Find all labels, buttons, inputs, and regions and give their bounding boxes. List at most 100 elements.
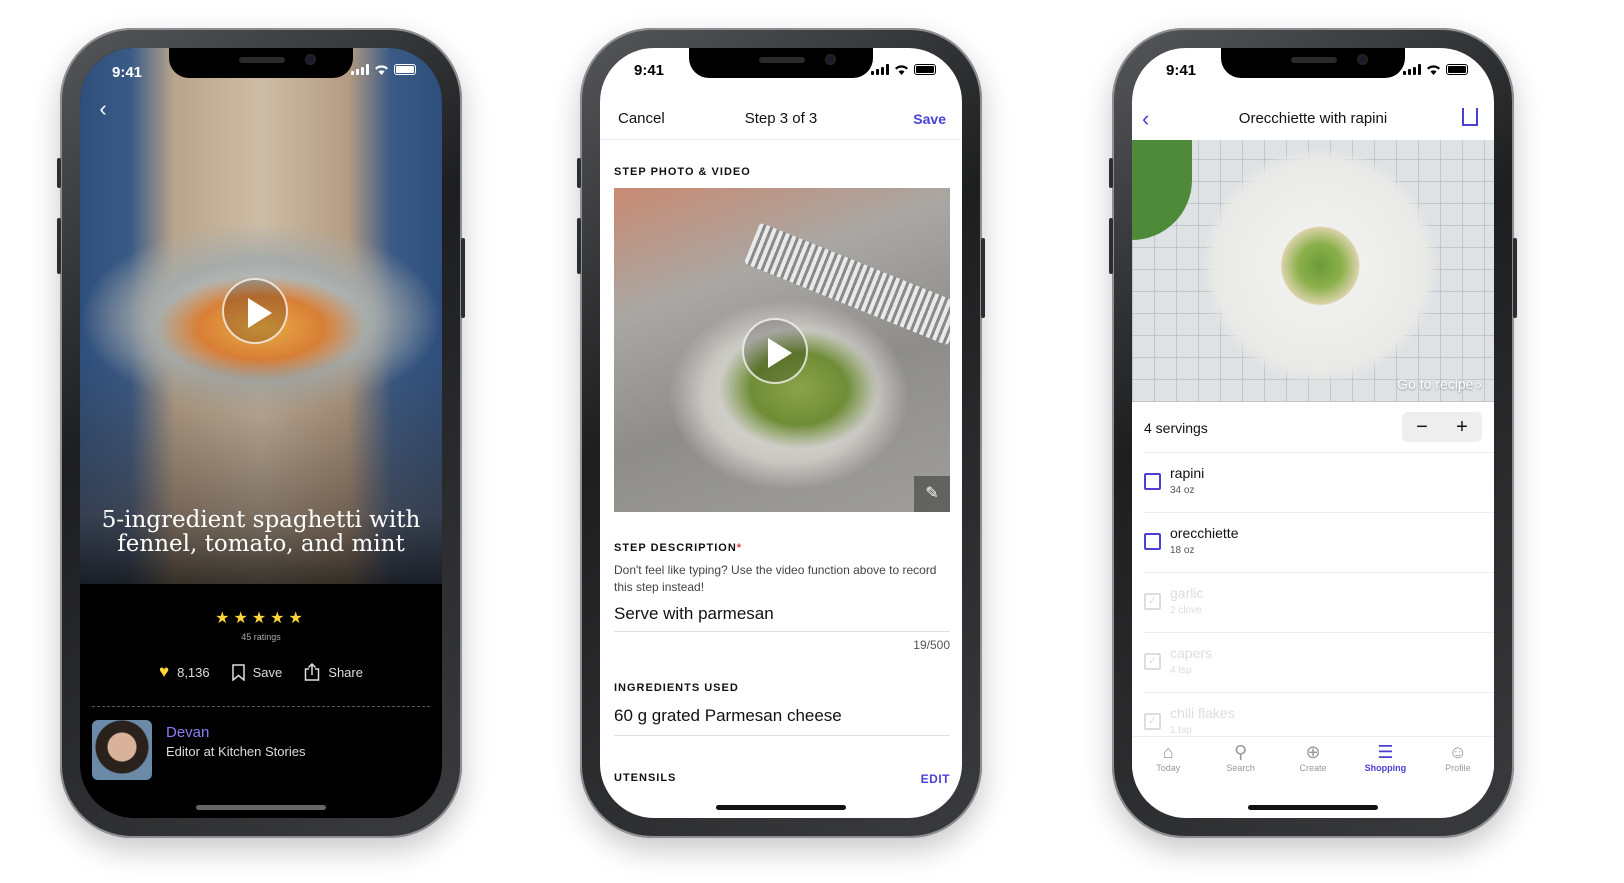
share-icon (305, 663, 320, 681)
pencil-icon[interactable]: ✎ (914, 476, 950, 512)
step-video-thumbnail[interactable]: ✎ (614, 188, 950, 512)
increase-servings-button[interactable]: + (1456, 416, 1468, 439)
item-quantity: 4 tsp (1170, 665, 1192, 676)
home-indicator[interactable] (716, 805, 846, 810)
save-button[interactable]: Save (913, 111, 946, 127)
signal-icon (871, 64, 889, 75)
tab-bar: ⌂ Today ⚲ Search ⊕ Create ☰ Shopping ☺ P… (1132, 736, 1494, 788)
checkbox[interactable] (1144, 473, 1161, 490)
servings-label: 4 servings (1144, 420, 1208, 436)
step-description-field[interactable]: Serve with parmesan (614, 604, 950, 632)
item-name: capers (1170, 645, 1213, 661)
notch (169, 48, 353, 78)
recipe-title: 5-ingredient spaghetti with fennel, toma… (101, 507, 421, 557)
tab-today[interactable]: ⌂ Today (1132, 737, 1204, 788)
shopping-list: rapini 34 oz orecchiette 18 oz ✓ garlic … (1132, 452, 1494, 752)
list-item[interactable]: rapini 34 oz (1144, 452, 1494, 512)
checkbox-checked[interactable]: ✓ (1144, 653, 1161, 670)
volume-button (57, 218, 61, 274)
search-icon: ⚲ (1234, 742, 1248, 762)
mute-switch (577, 158, 581, 188)
bookmark-icon (231, 663, 245, 681)
phone-recipe-detail: 9:41 ‹ 5-ingredient spaghetti with fenne… (57, 28, 465, 838)
save-button[interactable]: Save (231, 663, 283, 681)
divider (92, 706, 430, 707)
tab-label: Create (1299, 763, 1327, 773)
signal-icon (351, 64, 369, 75)
section-step-photo: STEP PHOTO & VIDEO (614, 166, 751, 178)
signal-icon (1403, 64, 1421, 75)
screen: 9:41 ‹ 5-ingredient spaghetti with fenne… (80, 48, 442, 818)
battery-icon (914, 64, 936, 75)
list-item[interactable]: orecchiette 18 oz (1144, 512, 1494, 572)
recipe-photo[interactable]: Go to recipe › (1132, 140, 1494, 402)
phone-create-step: 9:41 Cancel Step 3 of 3 Save STEP PHOTO … (577, 28, 985, 838)
section-step-description-label: STEP DESCRIPTION (614, 542, 737, 554)
power-button (1513, 238, 1517, 318)
item-name: garlic (1170, 585, 1204, 601)
wifi-icon (375, 65, 388, 75)
tab-create[interactable]: ⊕ Create (1277, 737, 1349, 788)
mute-switch (1109, 158, 1113, 188)
section-step-description: STEP DESCRIPTION* (614, 542, 742, 554)
screen: 9:41 ‹ Orecchiette with rapini Go to rec… (1132, 48, 1494, 818)
power-button (461, 238, 465, 318)
author-avatar[interactable] (92, 720, 152, 780)
play-video-button[interactable] (742, 318, 808, 384)
status-time: 9:41 (112, 64, 143, 81)
nav-bar: Cancel Step 3 of 3 Save (600, 100, 962, 140)
volume-button (577, 218, 581, 274)
power-button (981, 238, 985, 318)
checkbox-checked[interactable]: ✓ (1144, 713, 1161, 730)
item-quantity: 1 tsp (1170, 725, 1192, 736)
tab-search[interactable]: ⚲ Search (1204, 737, 1276, 788)
tab-profile[interactable]: ☺ Profile (1422, 737, 1494, 788)
item-quantity: 18 oz (1170, 545, 1195, 556)
ratings-count: 45 ratings (241, 632, 281, 642)
status-icons (351, 64, 416, 75)
item-quantity: 34 oz (1170, 485, 1195, 496)
screen: 9:41 Cancel Step 3 of 3 Save STEP PHOTO … (600, 48, 962, 818)
item-name: orecchiette (1170, 525, 1239, 541)
edit-utensils-button[interactable]: EDIT (921, 772, 950, 786)
phone-shopping-list: 9:41 ‹ Orecchiette with rapini Go to rec… (1109, 28, 1517, 838)
tab-label: Search (1226, 763, 1255, 773)
author-name[interactable]: Devan (166, 724, 209, 741)
save-label: Save (252, 664, 283, 680)
play-video-button[interactable] (222, 278, 288, 344)
checkbox-checked[interactable]: ✓ (1144, 593, 1161, 610)
status-time: 9:41 (1166, 62, 1197, 79)
servings-stepper: − + (1402, 412, 1482, 442)
home-indicator[interactable] (196, 805, 326, 810)
share-button[interactable]: Share (304, 663, 363, 681)
person-icon: ☺ (1448, 742, 1468, 762)
shopping-list-icon: ☰ (1377, 742, 1394, 762)
item-name: chili flakes (1170, 705, 1235, 721)
go-to-recipe-link[interactable]: Go to recipe › (1397, 376, 1482, 392)
char-counter: 19/500 (913, 638, 950, 652)
item-name: rapini (1170, 465, 1205, 481)
leaf-decoration (1132, 140, 1192, 240)
tab-shopping[interactable]: ☰ Shopping (1349, 737, 1421, 788)
volume-button (1109, 218, 1113, 274)
checkbox[interactable] (1144, 533, 1161, 550)
description-help-text: Don't feel like typing? Use the video fu… (614, 563, 937, 594)
plus-circle-icon: ⊕ (1305, 742, 1321, 762)
list-item[interactable]: ✓ garlic 2 clove (1144, 572, 1494, 632)
like-button[interactable]: ♥ 8,136 (159, 662, 210, 682)
home-indicator[interactable] (1248, 805, 1378, 810)
item-quantity: 2 clove (1170, 605, 1202, 616)
ingredient-used-item[interactable]: 60 g grated Parmesan cheese (614, 706, 950, 736)
status-icons (871, 64, 936, 75)
notch (1221, 48, 1405, 78)
heart-icon: ♥ (159, 662, 170, 681)
tab-label: Shopping (1364, 763, 1407, 773)
decrease-servings-button[interactable]: − (1416, 416, 1428, 439)
home-icon: ⌂ (1162, 742, 1174, 762)
likes-count: 8,136 (177, 664, 210, 680)
list-item[interactable]: ✓ capers 4 tsp (1144, 632, 1494, 692)
wifi-icon (895, 65, 908, 75)
share-icon[interactable] (1462, 108, 1478, 126)
back-chevron-icon[interactable]: ‹ (90, 96, 116, 122)
recipe-actions: ♥ 8,136 Save Share (80, 662, 442, 682)
